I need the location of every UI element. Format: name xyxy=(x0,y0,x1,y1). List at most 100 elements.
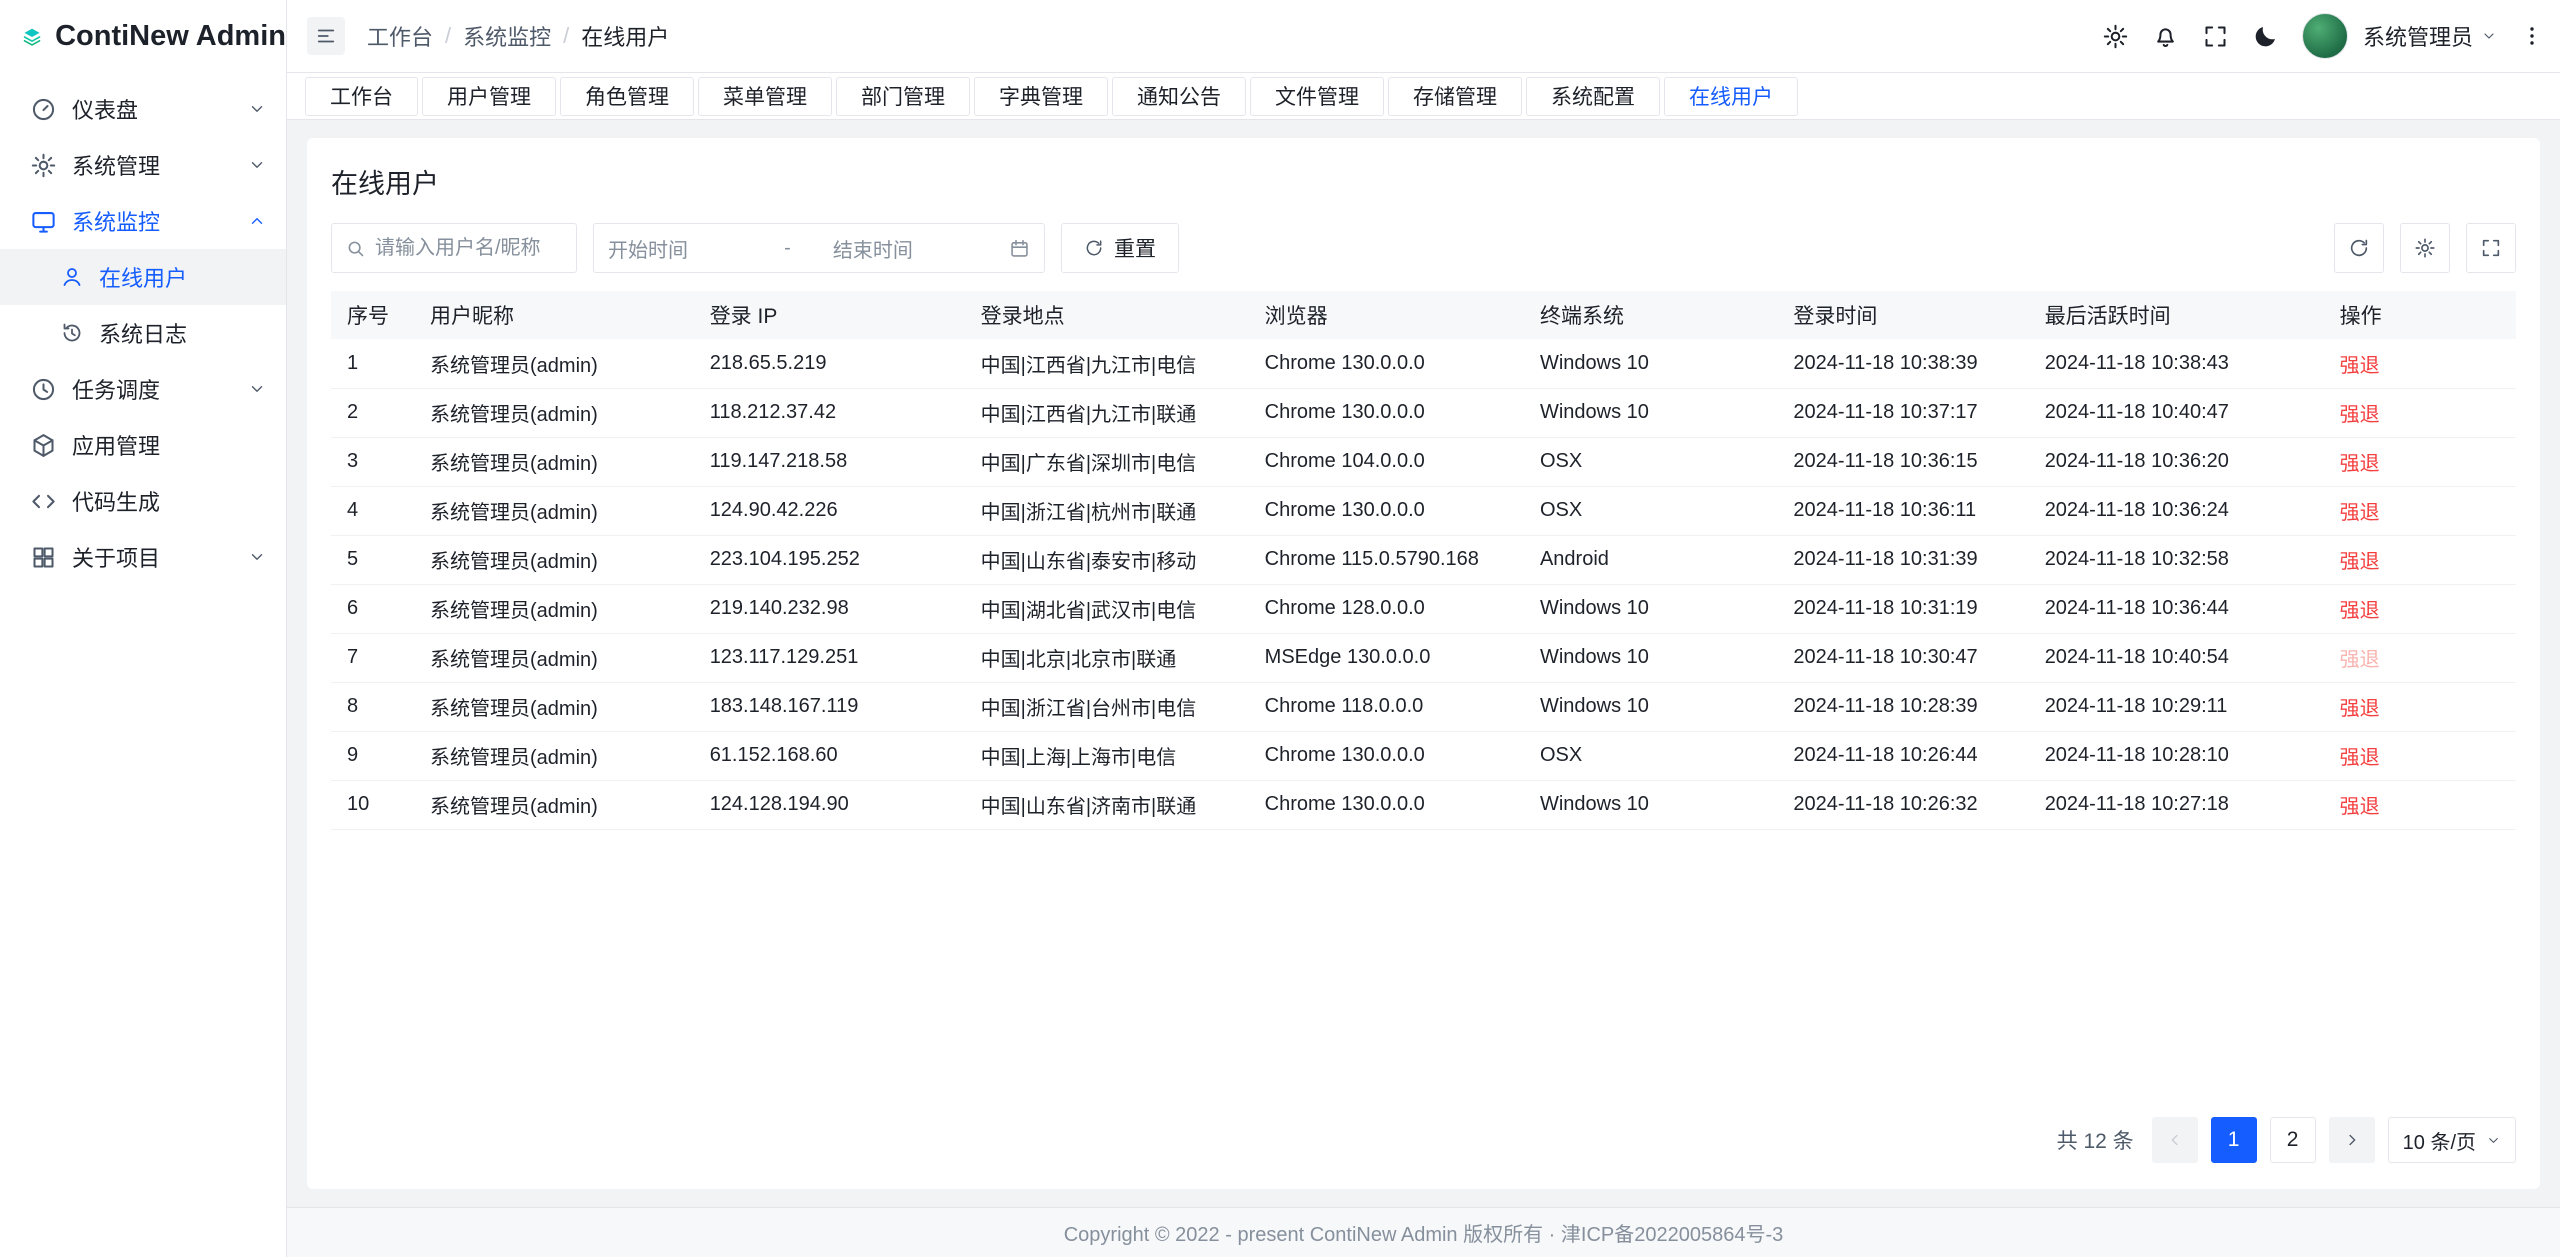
breadcrumb-separator: / xyxy=(445,23,451,49)
app-logo[interactable]: ContiNew Admin xyxy=(0,0,286,73)
footer: Copyright © 2022 - present ContiNew Admi… xyxy=(287,1207,2560,1257)
tab-dict-mgmt[interactable]: 字典管理 xyxy=(974,77,1108,116)
cube-icon xyxy=(30,432,57,459)
table-refresh-button[interactable] xyxy=(2334,223,2384,273)
cell-action: 强退 xyxy=(2324,633,2516,682)
page-button-2[interactable]: 2 xyxy=(2270,1117,2316,1163)
force-logout-link[interactable]: 强退 xyxy=(2340,551,2380,573)
cell-index: 2 xyxy=(331,388,414,437)
sidebar-item-about-project[interactable]: 关于项目 xyxy=(0,529,286,585)
sidebar-item-dashboard[interactable]: 仪表盘 xyxy=(0,81,286,137)
sidebar-item-label: 系统日志 xyxy=(99,317,187,349)
search-input[interactable] xyxy=(375,237,563,260)
cell-browser: Chrome 130.0.0.0 xyxy=(1249,731,1524,780)
breadcrumb: 工作台 / 系统监控 / 在线用户 xyxy=(367,20,669,52)
table-header-row: 序号 用户昵称 登录 IP 登录地点 浏览器 终端系统 登录时间 最后活跃时间 … xyxy=(331,291,2516,339)
cell-ip: 61.152.168.60 xyxy=(694,731,965,780)
breadcrumb-item[interactable]: 系统监控 xyxy=(463,20,551,52)
force-logout-link[interactable]: 强退 xyxy=(2340,600,2380,622)
moon-icon[interactable] xyxy=(2252,23,2279,50)
tab-storage-mgmt[interactable]: 存储管理 xyxy=(1388,77,1522,116)
table-settings-button[interactable] xyxy=(2400,223,2450,273)
date-end-placeholder: 结束时间 xyxy=(799,234,1001,263)
sidebar-item-label: 仪表盘 xyxy=(72,93,138,125)
table-fullscreen-button[interactable] xyxy=(2466,223,2516,273)
force-logout-link[interactable]: 强退 xyxy=(2340,453,2380,475)
cell-nickname: 系统管理员(admin) xyxy=(414,535,694,584)
cell-last-active: 2024-11-18 10:40:54 xyxy=(2029,633,2324,682)
cell-browser: Chrome 130.0.0.0 xyxy=(1249,388,1524,437)
sidebar-item-app-management[interactable]: 应用管理 xyxy=(0,417,286,473)
sidebar-collapse-button[interactable] xyxy=(307,17,345,55)
force-logout-link[interactable]: 强退 xyxy=(2340,796,2380,818)
force-logout-link[interactable]: 强退 xyxy=(2340,747,2380,769)
force-logout-link[interactable]: 强退 xyxy=(2340,698,2380,720)
table-row: 5系统管理员(admin)223.104.195.252中国|山东省|泰安市|移… xyxy=(331,535,2516,584)
top-bar: 工作台 / 系统监控 / 在线用户 系统管理员 xyxy=(287,0,2560,73)
tab-file-mgmt[interactable]: 文件管理 xyxy=(1250,77,1384,116)
cell-action: 强退 xyxy=(2324,437,2516,486)
table-row: 10系统管理员(admin)124.128.194.90中国|山东省|济南市|联… xyxy=(331,780,2516,829)
cell-nickname: 系统管理员(admin) xyxy=(414,486,694,535)
date-range-picker[interactable]: 开始时间 - 结束时间 xyxy=(593,223,1045,273)
tab-user-mgmt[interactable]: 用户管理 xyxy=(422,77,556,116)
col-location: 登录地点 xyxy=(965,291,1249,339)
online-users-card: 在线用户 开始时间 - 结束时间 重置 xyxy=(307,138,2540,1189)
cell-location: 中国|山东省|济南市|联通 xyxy=(965,780,1249,829)
bell-icon[interactable] xyxy=(2152,23,2179,50)
sidebar-item-system-logs[interactable]: 系统日志 xyxy=(0,305,286,361)
col-action: 操作 xyxy=(2324,291,2516,339)
clock-icon xyxy=(30,376,57,403)
avatar[interactable] xyxy=(2302,13,2348,59)
cell-login-time: 2024-11-18 10:26:44 xyxy=(1777,731,2028,780)
cell-os: OSX xyxy=(1524,437,1777,486)
cell-login-time: 2024-11-18 10:30:47 xyxy=(1777,633,2028,682)
next-page-button[interactable] xyxy=(2329,1117,2375,1163)
chevron-down-icon xyxy=(248,100,266,118)
cell-ip: 118.212.37.42 xyxy=(694,388,965,437)
cell-index: 3 xyxy=(331,437,414,486)
tab-workbench[interactable]: 工作台 xyxy=(305,77,418,116)
cell-action: 强退 xyxy=(2324,731,2516,780)
tab-menu-mgmt[interactable]: 菜单管理 xyxy=(698,77,832,116)
sidebar-item-system-monitor[interactable]: 系统监控 xyxy=(0,193,286,249)
sidebar-item-task-scheduling[interactable]: 任务调度 xyxy=(0,361,286,417)
force-logout-link[interactable]: 强退 xyxy=(2340,355,2380,377)
toolbar: 开始时间 - 结束时间 重置 xyxy=(331,223,2516,273)
cell-login-time: 2024-11-18 10:31:19 xyxy=(1777,584,2028,633)
page-button-1[interactable]: 1 xyxy=(2211,1117,2257,1163)
breadcrumb-item-current: 在线用户 xyxy=(581,20,669,52)
prev-page-button[interactable] xyxy=(2152,1117,2198,1163)
dashboard-icon xyxy=(30,96,57,123)
sidebar-item-label: 在线用户 xyxy=(99,261,187,293)
user-menu[interactable]: 系统管理员 xyxy=(2363,20,2497,52)
sidebar-item-online-users[interactable]: 在线用户 xyxy=(0,249,286,305)
cell-action: 强退 xyxy=(2324,780,2516,829)
more-vertical-icon[interactable] xyxy=(2520,24,2544,48)
cell-nickname: 系统管理员(admin) xyxy=(414,633,694,682)
tab-online-user[interactable]: 在线用户 xyxy=(1664,77,1798,116)
tab-role-mgmt[interactable]: 角色管理 xyxy=(560,77,694,116)
tab-dept-mgmt[interactable]: 部门管理 xyxy=(836,77,970,116)
cell-login-time: 2024-11-18 10:36:11 xyxy=(1777,486,2028,535)
cell-browser: Chrome 130.0.0.0 xyxy=(1249,339,1524,388)
fullscreen-icon[interactable] xyxy=(2202,23,2229,50)
tab-notice[interactable]: 通知公告 xyxy=(1112,77,1246,116)
tab-system-config[interactable]: 系统配置 xyxy=(1526,77,1660,116)
reset-button[interactable]: 重置 xyxy=(1061,223,1179,273)
cell-os: Windows 10 xyxy=(1524,633,1777,682)
cell-ip: 183.148.167.119 xyxy=(694,682,965,731)
cell-browser: Chrome 104.0.0.0 xyxy=(1249,437,1524,486)
sidebar-item-code-generation[interactable]: 代码生成 xyxy=(0,473,286,529)
force-logout-link[interactable]: 强退 xyxy=(2340,404,2380,426)
cell-location: 中国|广东省|深圳市|电信 xyxy=(965,437,1249,486)
date-start-placeholder: 开始时间 xyxy=(608,234,776,263)
force-logout-link[interactable]: 强退 xyxy=(2340,649,2380,671)
refresh-icon xyxy=(2348,237,2370,259)
breadcrumb-item[interactable]: 工作台 xyxy=(367,20,433,52)
page-size-select[interactable]: 10 条/页 xyxy=(2388,1117,2516,1163)
settings-icon[interactable] xyxy=(2102,23,2129,50)
sidebar-item-system-management[interactable]: 系统管理 xyxy=(0,137,286,193)
cell-location: 中国|山东省|泰安市|移动 xyxy=(965,535,1249,584)
force-logout-link[interactable]: 强退 xyxy=(2340,502,2380,524)
